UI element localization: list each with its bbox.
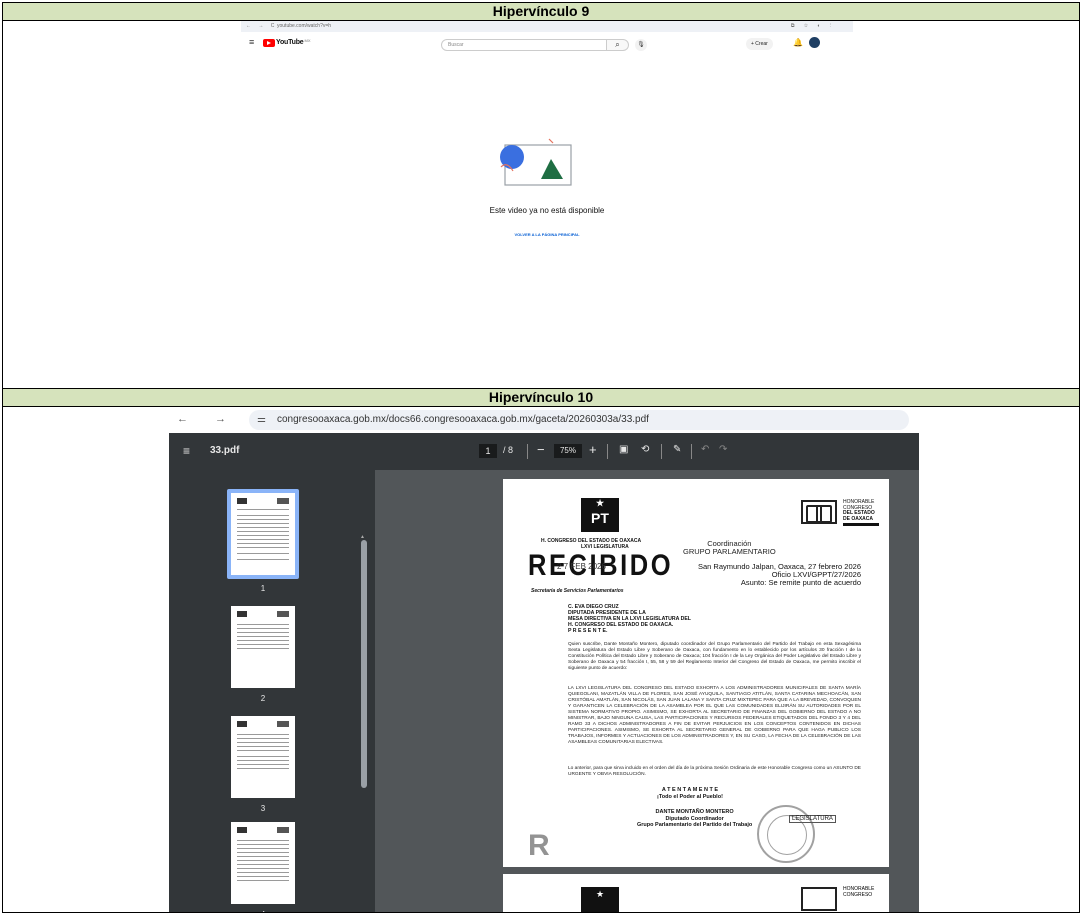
create-button[interactable]: + Crear bbox=[746, 38, 773, 50]
fit-page-icon[interactable]: ▣ bbox=[619, 444, 628, 455]
thumbnail-label: 3 bbox=[260, 804, 266, 813]
pdf-toolbar: ≡ 33.pdf 1 / 8 − 75% + ▣ ⟲ ✎ ↶ ↷ bbox=[169, 433, 919, 470]
thumbnail-label: 1 bbox=[260, 584, 266, 593]
received-stamp-faded: R bbox=[528, 829, 550, 862]
body-paragraph-1: Quien suscribe, Dante Montaño Montero, d… bbox=[568, 642, 861, 671]
browser-address-bar: ← → C youtube.com/watch?v=h ⧉ ☆ ◐ ⋮ bbox=[241, 21, 853, 32]
congress-logo bbox=[801, 500, 837, 524]
section-header-9: Hipervínculo 9 bbox=[2, 2, 1080, 21]
youtube-region: MX bbox=[304, 38, 311, 43]
section-header-10: Hipervínculo 10 bbox=[2, 388, 1080, 407]
screenshot-cell-10: ← → C congresooaxaca.gob.mx/docs66.congr… bbox=[2, 406, 1080, 913]
thumbnail-page-1[interactable] bbox=[231, 493, 295, 575]
site-settings-icon[interactable]: ⚌ bbox=[257, 410, 266, 430]
annotate-icon[interactable]: ✎ bbox=[673, 444, 681, 455]
pt-party-logo: ★ bbox=[581, 887, 619, 912]
pdf-filename: 33.pdf bbox=[210, 445, 240, 456]
pt-party-logo: ★ PT bbox=[581, 498, 619, 532]
bell-icon[interactable]: 🔔 bbox=[793, 38, 803, 47]
thumbnail-label: 2 bbox=[260, 694, 266, 703]
pdf-viewer-screenshot: ← → C congresooaxaca.gob.mx/docs66.congr… bbox=[169, 407, 919, 912]
closing-block: A T E N T A M E N T E ¡Todo el Poder al … bbox=[657, 787, 723, 800]
undo-icon[interactable]: ↶ bbox=[701, 444, 709, 455]
hyperlink-table: Hipervínculo 9 ← → C youtube.com/watch?v… bbox=[2, 2, 1080, 913]
pdf-page-2: ★ HONORABLE CONGRESO bbox=[503, 874, 889, 912]
page-total: / 8 bbox=[503, 445, 514, 455]
toolbar-divider bbox=[691, 444, 692, 459]
pdf-page-area: ★ PT HONORABLE CONGRESO DEL ESTADO DE OAX… bbox=[375, 470, 919, 912]
place-date-block: San Raymundo Jalpan, Oaxaca, 27 febrero … bbox=[697, 562, 861, 587]
thumbnail-page-4[interactable] bbox=[231, 822, 295, 904]
congress-logo-text: HONORABLE CONGRESO DEL ESTADO DE OAXACA bbox=[843, 499, 879, 526]
star-icon: ★ bbox=[595, 889, 605, 899]
menu-icon[interactable]: ≡ bbox=[249, 37, 254, 47]
youtube-header: ≡ YouTube MX Buscar ⌕ 🎙 + Crear 🔔 bbox=[241, 32, 853, 52]
unavailable-illustration-icon bbox=[500, 138, 572, 186]
congress-logo bbox=[801, 887, 837, 911]
stamp-date: 2 7 FEB 2026 bbox=[557, 562, 606, 571]
coordination-heading: Coordinación GRUPO PARLAMENTARIO bbox=[683, 539, 776, 556]
browser-url[interactable]: youtube.com/watch?v=h bbox=[277, 23, 331, 29]
toolbar-divider bbox=[527, 444, 528, 459]
youtube-logo[interactable]: YouTube MX bbox=[263, 38, 311, 47]
star-icon: ★ bbox=[595, 498, 605, 508]
secretariat-label: Secretaría de Servicios Parlamentarios bbox=[531, 588, 624, 594]
browser-toolbar-icons: ⧉ ☆ ◐ ⋮ bbox=[790, 23, 835, 29]
youtube-screenshot: ← → C youtube.com/watch?v=h ⧉ ☆ ◐ ⋮ ≡ Yo… bbox=[241, 21, 853, 388]
official-seal bbox=[757, 805, 815, 863]
addressee-block: C. EVA DIEGO CRUZ DIPUTADA PRESIDENTE DE… bbox=[568, 604, 691, 634]
sidebar-scrollbar[interactable] bbox=[361, 540, 367, 788]
thumbnail-page-3[interactable] bbox=[231, 716, 295, 798]
zoom-input[interactable]: 75% bbox=[554, 444, 582, 458]
signer-block: DANTE MONTAÑO MONTERO Diputado Coordinad… bbox=[637, 809, 753, 828]
youtube-logo-text: YouTube bbox=[276, 39, 304, 46]
zoom-in-icon[interactable]: + bbox=[589, 442, 597, 457]
search-input[interactable]: Buscar bbox=[441, 39, 607, 51]
avatar[interactable] bbox=[809, 37, 820, 48]
page-number-input[interactable]: 1 bbox=[479, 444, 497, 458]
unavailable-message: Este video ya no está disponible bbox=[489, 206, 605, 215]
redo-icon[interactable]: ↷ bbox=[719, 444, 727, 455]
body-paragraph-2: LA LXVI LEGISLATURA DEL CONGRESO DEL EST… bbox=[568, 686, 861, 745]
microphone-icon[interactable]: 🎙 bbox=[635, 39, 647, 51]
legislature-stamp: LEGISLATURA bbox=[789, 815, 836, 823]
toolbar-divider bbox=[661, 444, 662, 459]
rotate-icon[interactable]: ⟲ bbox=[641, 444, 649, 455]
body-paragraph-3: Lo anterior, para que sirva incluido en … bbox=[568, 766, 861, 777]
screenshot-cell-9: ← → C youtube.com/watch?v=h ⧉ ☆ ◐ ⋮ ≡ Yo… bbox=[2, 20, 1080, 389]
home-link[interactable]: VOLVER A LA PÁGINA PRINCIPAL bbox=[241, 232, 853, 237]
thumbnail-page-2[interactable] bbox=[231, 606, 295, 688]
browser-address-bar: ← → C congresooaxaca.gob.mx/docs66.congr… bbox=[169, 407, 919, 433]
browser-url[interactable]: congresooaxaca.gob.mx/docs66.congresooax… bbox=[249, 410, 909, 430]
thumbnail-sidebar: 1 2 3 4 ▲ bbox=[169, 470, 375, 912]
youtube-play-icon bbox=[263, 38, 275, 47]
congress-logo-text: HONORABLE CONGRESO bbox=[843, 886, 875, 898]
thumbnail-label: 4 bbox=[227, 910, 299, 912]
browser-nav-icons: ← → C bbox=[246, 23, 278, 29]
menu-icon[interactable]: ≡ bbox=[183, 444, 190, 458]
zoom-out-icon[interactable]: − bbox=[537, 442, 545, 457]
search-icon[interactable]: ⌕ bbox=[607, 39, 629, 51]
toolbar-divider bbox=[607, 444, 608, 459]
pdf-page-1: ★ PT HONORABLE CONGRESO DEL ESTADO DE OAX… bbox=[503, 479, 889, 867]
